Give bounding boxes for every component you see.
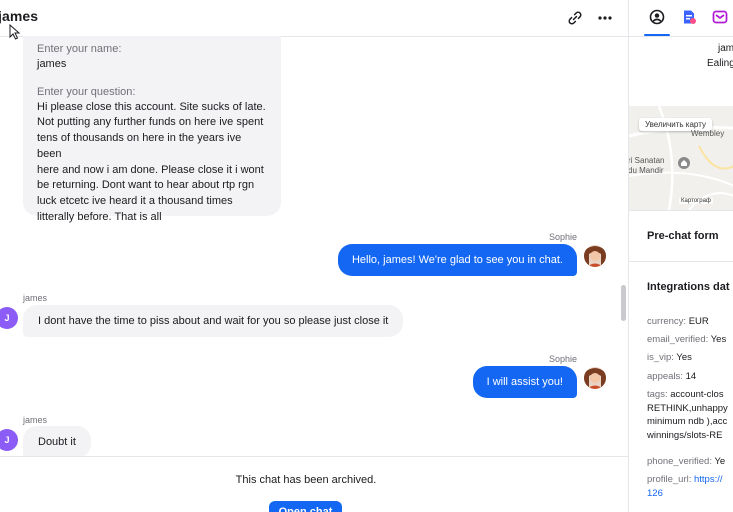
field-email-verified: email_verified: Yes xyxy=(647,334,727,345)
customer-avatar: J xyxy=(0,429,18,451)
chat-panel: james Enter your name: james Enter your … xyxy=(0,0,628,512)
prechat-form-message: Enter your name: james Enter your questi… xyxy=(23,36,281,223)
agent-avatar xyxy=(584,367,606,389)
customer-avatar: J xyxy=(0,307,18,329)
integrations-section-title[interactable]: Integrations dat xyxy=(647,281,730,293)
mouse-cursor-icon xyxy=(9,24,21,40)
prechat-section-title[interactable]: Pre-chat form xyxy=(647,230,719,242)
field-phone-verified: phone_verified: Ye xyxy=(647,456,726,467)
agent-name: Sophie xyxy=(549,354,578,364)
question-line: here and now i am done. Please close it … xyxy=(37,163,264,176)
customer-details-icon[interactable] xyxy=(649,9,665,25)
name-label: Enter your name: xyxy=(37,43,122,55)
name-value: james xyxy=(37,58,67,70)
question-line: tens of thousands on here in the years i… xyxy=(37,132,242,160)
chat-scrollbar[interactable] xyxy=(621,285,626,321)
customer-location: Ealing xyxy=(707,58,733,69)
customer-message-bubble: I dont have the time to piss about and w… xyxy=(23,305,404,337)
question-line: litterally before. That is all xyxy=(37,210,162,223)
field-currency: currency: EUR xyxy=(647,316,709,327)
customer-name: james xyxy=(23,415,48,425)
agent-avatar xyxy=(584,245,606,267)
question-label: Enter your question: xyxy=(37,85,136,98)
archived-notice: This chat has been archived. xyxy=(235,474,377,486)
field-appeals: appeals: 14 xyxy=(647,371,697,382)
agent-message-bubble: I will assist you! xyxy=(472,366,577,398)
ticket-icon[interactable] xyxy=(681,9,697,25)
chat-title: james xyxy=(0,8,39,24)
divider xyxy=(629,210,733,211)
question-line: luck etcetc ive heard it a thousand time… xyxy=(37,194,233,207)
map-place-label: Wembley xyxy=(691,129,725,138)
map-attribution: Картограф xyxy=(679,198,713,204)
more-options-icon[interactable] xyxy=(596,9,614,27)
link-icon[interactable] xyxy=(566,9,584,27)
integration-icon[interactable] xyxy=(712,9,728,25)
customer-message-bubble: Doubt it xyxy=(23,426,91,458)
map-place-label: ri Sanatan xyxy=(629,156,665,165)
details-sidebar: jam Ealing Увеличить карту Wembley ri Sa… xyxy=(628,0,733,512)
app-window: james Enter your name: james Enter your … xyxy=(0,0,733,512)
question-line: Not putting any further funds on here iv… xyxy=(37,116,264,129)
agent-name: Sophie xyxy=(549,232,578,242)
divider xyxy=(629,261,733,262)
field-tags: tags: account-clos RETHINK,unhappy minim… xyxy=(647,389,728,441)
question-line: Hi please close this account. Site sucks… xyxy=(37,100,266,113)
temple-pin-icon xyxy=(678,157,690,169)
archived-footer: This chat has been archived. Open chat xyxy=(0,456,628,512)
chat-header: james xyxy=(0,0,628,37)
agent-message-bubble: Hello, james! We're glad to see you in c… xyxy=(337,244,577,276)
field-profile-url: profile_url: https:// 126 xyxy=(647,473,733,500)
customer-name-detail: jam xyxy=(718,43,733,54)
sidebar-tabs xyxy=(629,0,733,37)
open-chat-button[interactable]: Open chat xyxy=(269,501,342,512)
location-map[interactable]: Увеличить карту Wembley ri Sanatan du Ma… xyxy=(629,106,733,210)
profile-url-link[interactable]: https:// xyxy=(694,474,723,485)
active-tab-indicator xyxy=(644,34,670,36)
question-line: be returning. Dont want to hear about rt… xyxy=(37,179,255,192)
field-is-vip: is_vip: Yes xyxy=(647,352,692,363)
customer-name: james xyxy=(23,293,48,303)
profile-url-link[interactable]: 126 xyxy=(647,487,733,501)
map-place-label: du Mandir xyxy=(629,166,664,175)
